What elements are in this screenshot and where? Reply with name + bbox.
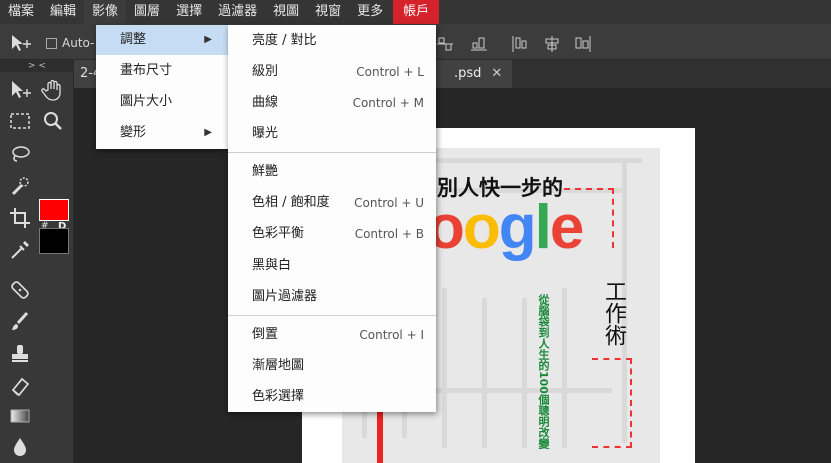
menu-item-canvas-size[interactable]: 畫布尺寸	[96, 56, 228, 86]
submenu-item-label: 倒置	[252, 327, 279, 342]
submenu-item-black-white[interactable]: 黑與白	[228, 251, 436, 281]
submenu-item-photo-filter[interactable]: 圖片過濾器	[228, 282, 436, 312]
logo-letter: l	[534, 193, 552, 262]
menu-file[interactable]: 檔案	[0, 0, 42, 24]
submenu-item-vibrance[interactable]: 鮮艷	[228, 157, 436, 187]
gradient-icon[interactable]	[7, 403, 33, 429]
menu-layer[interactable]: 圖層	[126, 0, 168, 24]
hand-icon[interactable]	[40, 77, 66, 103]
menu-bar: 檔案 編輯 影像 圖層 選擇 過濾器 視圖 視窗 更多 帳戶	[0, 0, 831, 24]
menu-account[interactable]: 帳戶	[393, 0, 440, 24]
submenu-item-curves[interactable]: 曲線 Control + M	[228, 88, 436, 118]
submenu-item-brightness-contrast[interactable]: 亮度 / 對比	[228, 26, 436, 56]
menu-item-image-size[interactable]: 圖片大小	[96, 87, 228, 117]
menu-separator	[228, 152, 436, 153]
align-left-icon[interactable]	[511, 35, 529, 53]
submenu-item-label: 曲線	[252, 95, 279, 110]
align-hcenter-icon[interactable]	[543, 35, 561, 53]
submenu-item-label: 黑與白	[252, 258, 292, 273]
submenu-item-label: 圖片過濾器	[252, 289, 318, 304]
submenu-item-label: 級別	[252, 64, 279, 79]
close-icon[interactable]: ✕	[491, 66, 502, 81]
foreground-color-swatch[interactable]	[39, 199, 69, 221]
shortcut-label: Control + B	[354, 227, 424, 241]
panel-collapse-toggle[interactable]: > <	[0, 60, 74, 72]
zoom-icon[interactable]	[40, 108, 66, 134]
menu-separator	[228, 315, 436, 316]
submenu-arrow-icon: ▶	[204, 127, 212, 138]
background-color-swatch[interactable]	[39, 228, 69, 254]
shortcut-label: Control + M	[352, 96, 424, 110]
submenu-item-exposure[interactable]: 曝光	[228, 119, 436, 149]
logo-letter: g	[498, 193, 537, 262]
cover-subtitle: 工作術	[601, 280, 626, 346]
logo-letter: e	[549, 193, 585, 262]
menu-filter[interactable]: 過濾器	[210, 0, 265, 24]
shortcut-label: Control + L	[356, 65, 424, 79]
submenu-item-invert[interactable]: 倒置 Control + I	[228, 320, 436, 350]
auto-select-checkbox[interactable]	[46, 38, 57, 49]
submenu-item-hue-saturation[interactable]: 色相 / 飽和度 Control + U	[228, 188, 436, 218]
move-icon[interactable]	[7, 77, 33, 103]
marquee-icon[interactable]	[7, 108, 33, 134]
move-tool-icon[interactable]	[8, 32, 34, 54]
menu-edit[interactable]: 編輯	[42, 0, 84, 24]
adjustments-submenu: 亮度 / 對比 級別 Control + L 曲線 Control + M 曝光 鮮…	[228, 25, 436, 412]
lasso-icon[interactable]	[7, 141, 33, 167]
tab-document-2[interactable]: .psd ✕	[434, 60, 513, 88]
menu-window[interactable]: 視窗	[307, 0, 349, 24]
menu-item-adjust[interactable]: 調整 ▶	[96, 25, 228, 55]
submenu-item-label: 曝光	[252, 126, 279, 141]
submenu-item-label: 色彩選擇	[252, 389, 305, 404]
quick-select-icon[interactable]	[7, 173, 33, 199]
submenu-item-label: 鮮艷	[252, 164, 279, 179]
google-logo-text: oogle	[427, 192, 585, 263]
submenu-item-levels[interactable]: 級別 Control + L	[228, 57, 436, 87]
brush-icon[interactable]	[7, 309, 33, 335]
healing-brush-icon[interactable]	[7, 277, 33, 303]
clone-stamp-icon[interactable]	[7, 341, 33, 367]
menu-more[interactable]: 更多	[349, 0, 391, 24]
tab-document-2-label: .psd	[454, 66, 482, 81]
cover-tagline: 從腦袋到人生的100個聰明改變	[537, 294, 550, 449]
submenu-item-selective-color[interactable]: 色彩選擇	[228, 382, 436, 412]
menu-select[interactable]: 選擇	[168, 0, 210, 24]
logo-letter: o	[462, 193, 501, 262]
submenu-item-label: 亮度 / 對比	[252, 33, 317, 48]
image-menu-dropdown: 調整 ▶ 畫布尺寸 圖片大小 變形 ▶	[96, 25, 228, 149]
menu-image[interactable]: 影像	[84, 0, 127, 24]
shortcut-label: Control + I	[359, 328, 424, 342]
align-center-icon[interactable]	[436, 35, 454, 53]
submenu-item-label: 色彩平衡	[252, 226, 305, 241]
crop-icon[interactable]	[7, 205, 33, 231]
eyedropper-icon[interactable]	[7, 237, 33, 263]
eraser-icon[interactable]	[7, 373, 33, 399]
align-right-icon[interactable]	[574, 35, 592, 53]
blur-drop-icon[interactable]	[7, 434, 33, 460]
tools-panel: > < # D	[0, 60, 74, 463]
submenu-item-label: 色相 / 飽和度	[252, 195, 330, 210]
menu-item-transform-label: 變形	[120, 125, 147, 140]
submenu-item-gradient-map[interactable]: 漸層地圖	[228, 351, 436, 381]
submenu-item-label: 漸層地圖	[252, 358, 305, 373]
align-bottom-icon[interactable]	[470, 35, 488, 53]
shortcut-label: Control + U	[354, 196, 424, 210]
menu-item-transform[interactable]: 變形 ▶	[96, 118, 228, 148]
menu-item-adjust-label: 調整	[120, 32, 147, 47]
submenu-arrow-icon: ▶	[204, 34, 212, 45]
menu-view[interactable]: 視圖	[265, 0, 307, 24]
auto-select-label: Auto-	[62, 36, 95, 50]
submenu-item-color-balance[interactable]: 色彩平衡 Control + B	[228, 219, 436, 249]
